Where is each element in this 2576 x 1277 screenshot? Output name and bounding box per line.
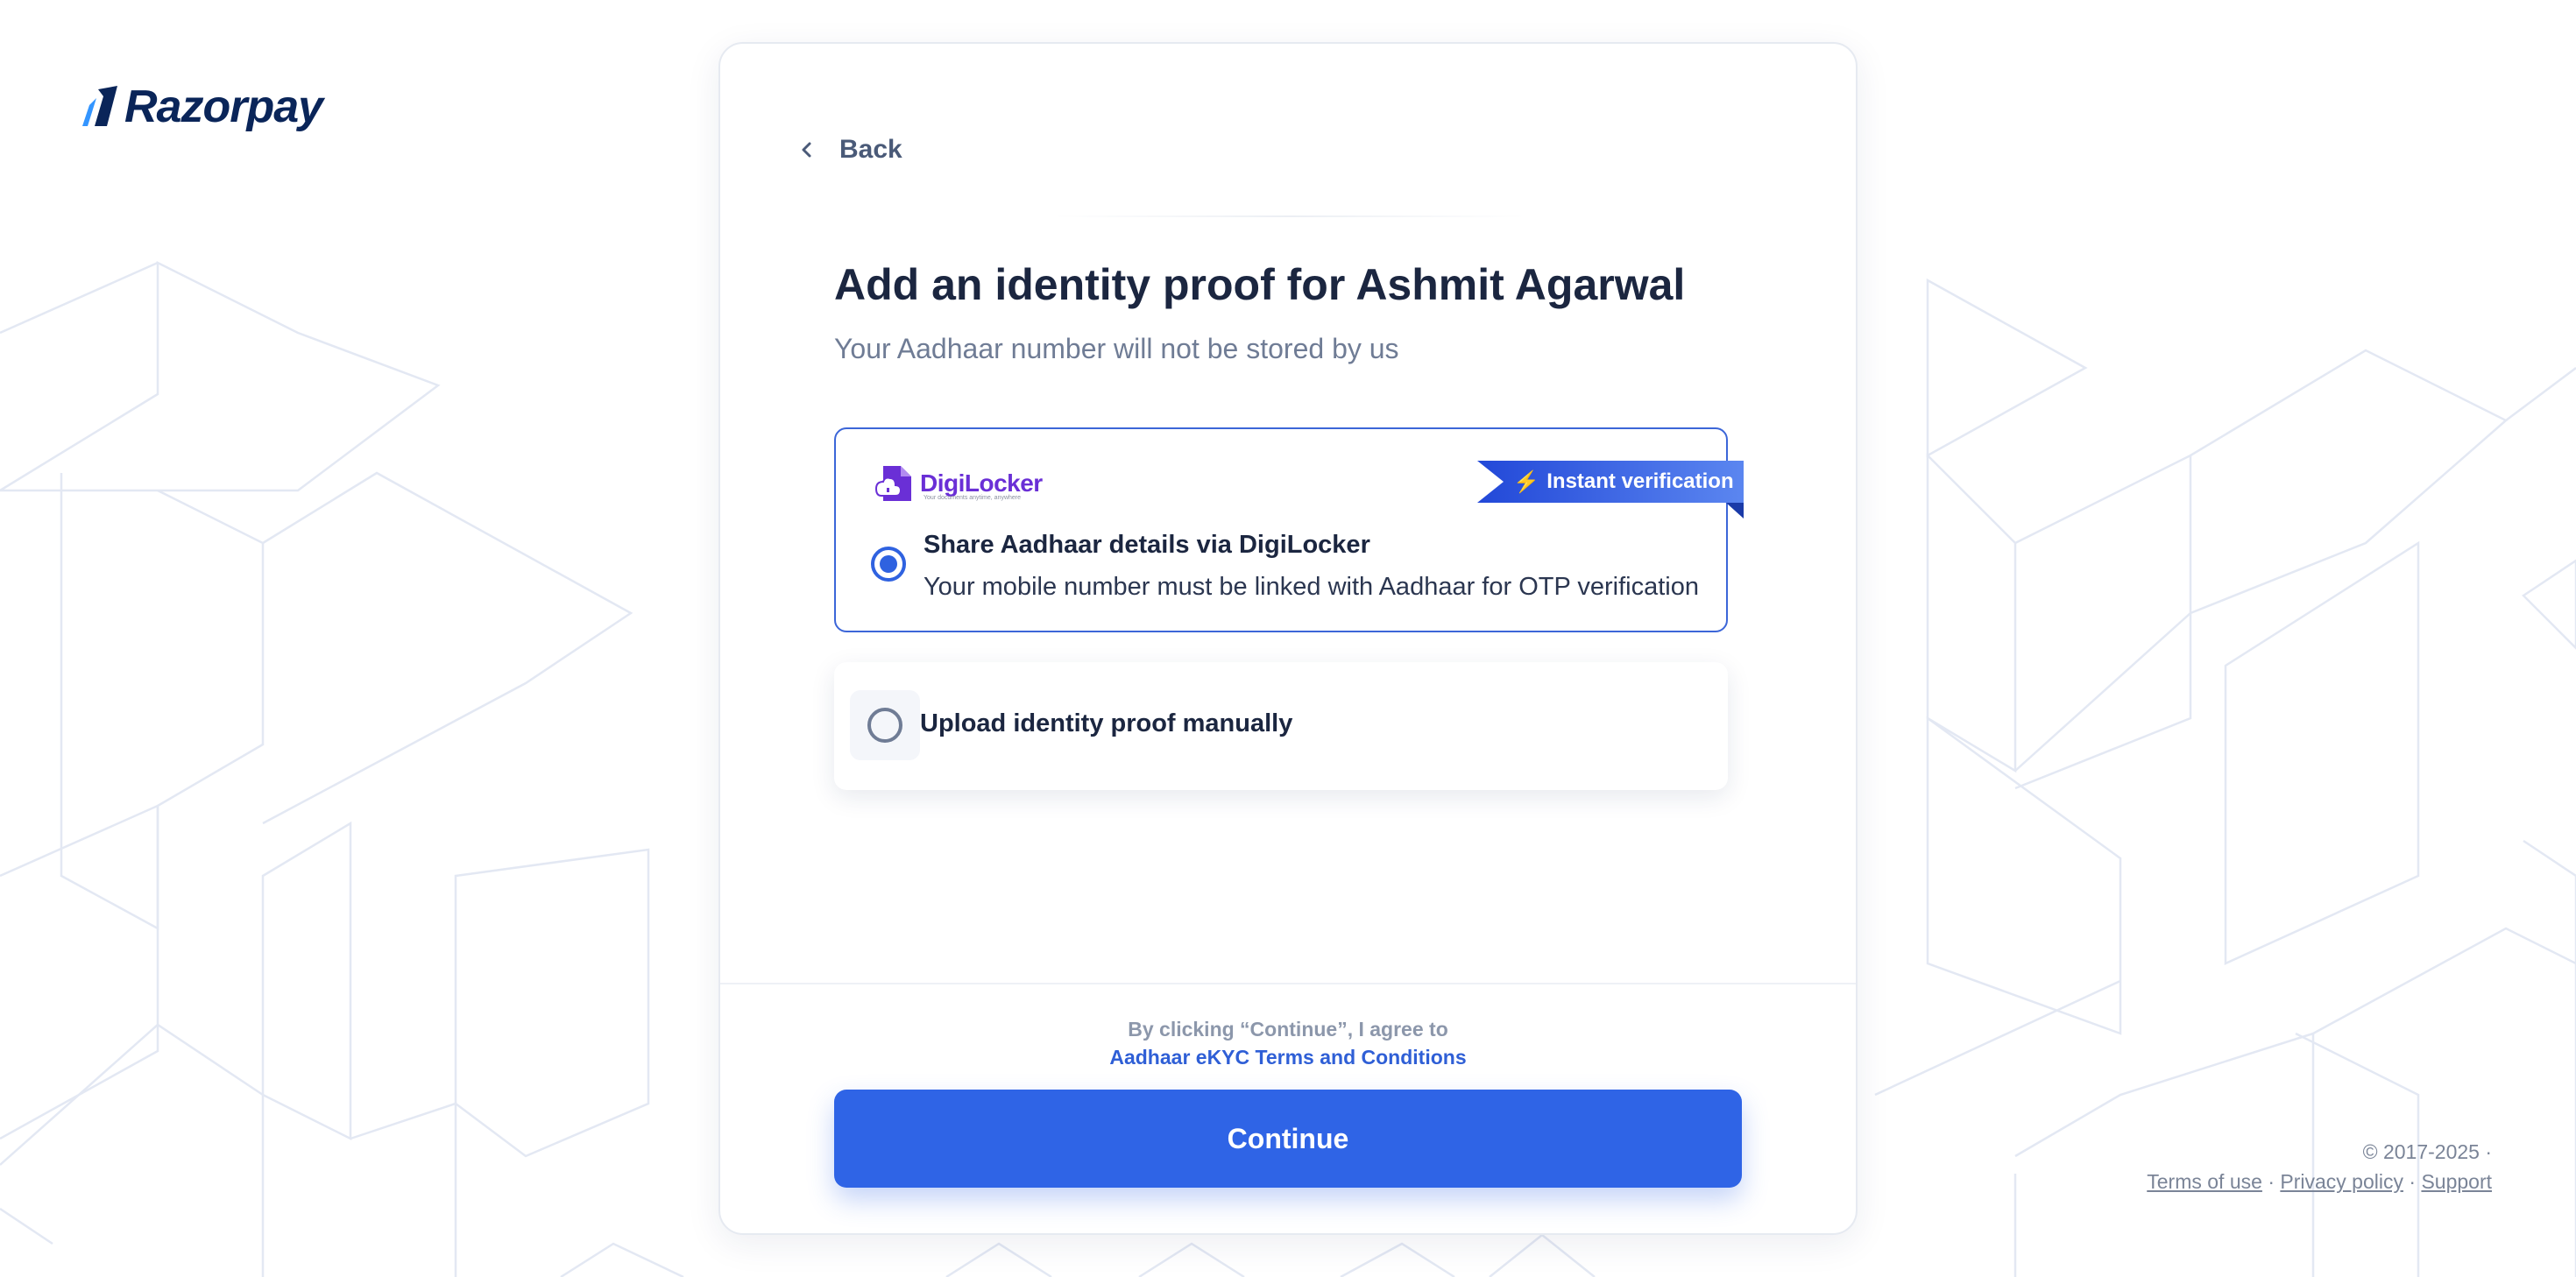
lightning-icon: ⚡ xyxy=(1513,469,1540,494)
digilocker-icon xyxy=(874,466,911,501)
chevron-left-icon xyxy=(802,142,811,158)
footer-separator: · xyxy=(2268,1170,2275,1193)
option-upload-manually[interactable]: Upload identity proof manually xyxy=(834,662,1728,790)
footer-divider xyxy=(720,983,1856,984)
razorpay-logo[interactable]: Razorpay xyxy=(82,81,323,133)
digilocker-option-description: Your mobile number must be linked with A… xyxy=(924,573,1699,601)
privacy-policy-link[interactable]: Privacy policy xyxy=(2280,1170,2403,1193)
header-divider xyxy=(1053,215,1526,217)
manual-option-title: Upload identity proof manually xyxy=(920,709,1293,737)
digilocker-option-title: Share Aadhaar details via DigiLocker xyxy=(924,531,1370,559)
manual-radio[interactable] xyxy=(867,708,902,743)
instant-verification-badge: ⚡ Instant verification xyxy=(1477,461,1744,519)
badge-label: Instant verification xyxy=(1546,469,1734,493)
support-link[interactable]: Support xyxy=(2421,1170,2492,1193)
consent-text: By clicking “Continue”, I agree to xyxy=(1128,1018,1448,1041)
razorpay-logo-icon xyxy=(82,86,117,126)
back-label: Back xyxy=(839,135,902,164)
digilocker-radio[interactable] xyxy=(871,547,906,582)
page-footer: © 2017-2025 · Terms of use · Privacy pol… xyxy=(2147,1137,2492,1196)
page-title: Add an identity proof for Ashmit Agarwal xyxy=(834,260,1686,309)
footer-separator: · xyxy=(2409,1170,2417,1193)
ekyc-terms-link[interactable]: Aadhaar eKYC Terms and Conditions xyxy=(720,1046,1856,1069)
digilocker-logo: DigiLocker Your documents anytime, anywh… xyxy=(874,462,1043,504)
brand-name: Razorpay xyxy=(124,81,323,132)
back-button[interactable]: Back xyxy=(797,135,902,165)
copyright-text: © 2017-2025 · xyxy=(2362,1140,2492,1163)
manual-radio-wrapper xyxy=(850,690,920,760)
continue-button[interactable]: Continue xyxy=(834,1090,1742,1188)
option-digilocker[interactable]: DigiLocker Your documents anytime, anywh… xyxy=(834,427,1744,632)
page-subtitle: Your Aadhaar number will not be stored b… xyxy=(834,333,1399,364)
digilocker-logo-text: DigiLocker xyxy=(920,469,1043,497)
digilocker-tagline: Your documents anytime, anywhere xyxy=(924,495,1022,501)
terms-of-use-link[interactable]: Terms of use xyxy=(2147,1170,2262,1193)
identity-proof-card: Back Add an identity proof for Ashmit Ag… xyxy=(718,42,1858,1235)
